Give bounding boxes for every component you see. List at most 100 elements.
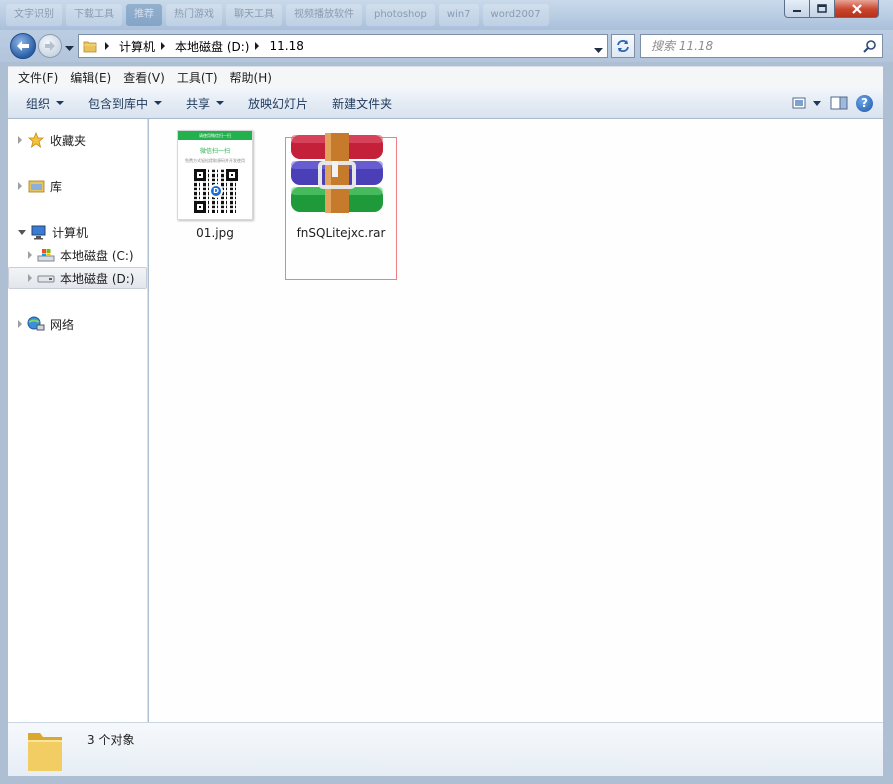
breadcrumb-separator-icon[interactable] [161,42,166,50]
minimize-button[interactable] [784,0,810,18]
breadcrumb-separator-icon[interactable] [105,42,109,50]
nav-computer-label: 计算机 [52,225,89,240]
ghost-tab: word2007 [482,4,549,26]
expand-arrow-icon[interactable] [18,182,22,190]
minimize-icon [793,9,801,12]
search-icon[interactable] [863,39,877,56]
expand-arrow-icon[interactable] [18,320,22,328]
ghost-tab: 热门游戏 [166,4,222,26]
nav-network-label: 网络 [50,317,75,332]
item-count-text: 3 个对象 [87,733,135,747]
nav-favorites-label: 收藏夹 [50,133,87,148]
library-icon [27,178,45,194]
nav-drive-d-label: 本地磁盘 (D:) [60,271,135,286]
back-arrow-icon [17,41,29,51]
help-button[interactable]: ? [856,92,873,114]
organize-button[interactable]: 组织 [8,91,76,115]
breadcrumb-current-folder[interactable]: 11.18 [265,35,307,57]
breadcrumb-computer[interactable]: 计算机 [115,35,159,57]
nav-libraries-label: 库 [50,179,63,194]
ghost-tab: 下载工具 [66,4,122,26]
share-button[interactable]: 共享 [174,91,236,115]
refresh-button[interactable] [611,34,635,58]
help-icon: ? [856,94,873,112]
address-history-dropdown[interactable] [594,43,603,57]
menu-view[interactable]: 查看(V) [117,68,171,88]
title-bar: 文字识别 下载工具 推荐 热门游戏 聊天工具 视频播放软件 photoshop … [0,0,893,30]
background-taskbar-tabs: 文字识别 下载工具 推荐 热门游戏 聊天工具 视频播放软件 photoshop … [6,4,549,26]
nav-network[interactable]: 网络 [8,313,147,335]
close-icon [851,3,862,14]
nav-libraries[interactable]: 库 [8,175,147,197]
ghost-tab: 推荐 [126,4,162,26]
menu-file[interactable]: 文件(F) [12,68,64,88]
file-list-pane: 请使用微信扫一扫 微信扫一扫 免费方式轻松提取源码并开发使用 D 01.jpg … [149,119,883,722]
system-drive-icon [37,247,55,263]
ghost-tab: win7 [438,4,479,26]
folder-icon [79,39,97,53]
chevron-down-icon [56,101,65,105]
details-pane: 3 个对象 [8,722,883,776]
qr-finder-pattern [194,169,206,181]
nav-computer[interactable]: 计算机 [8,221,147,243]
star-icon [27,132,45,148]
winrar-archive-icon [291,133,383,213]
thumbnail-title-text: 微信扫一扫 [199,148,230,155]
file-item-jpg[interactable]: 请使用微信扫一扫 微信扫一扫 免费方式轻松提取源码并开发使用 D 01.jpg [149,119,281,249]
nav-drive-d[interactable]: 本地磁盘 (D:) [8,267,147,289]
organize-label: 组织 [26,96,51,111]
chevron-down-icon [216,101,225,105]
expand-arrow-icon[interactable] [28,251,32,259]
network-icon [27,316,45,332]
ghost-tab: photoshop [366,4,435,26]
window-controls [784,0,879,18]
drive-icon [37,270,55,286]
include-in-library-button[interactable]: 包含到库中 [76,91,174,115]
back-button[interactable] [10,33,36,59]
new-folder-label: 新建文件夹 [332,96,393,111]
nav-drive-c-label: 本地磁盘 (C:) [60,248,134,263]
breadcrumb-drive-d[interactable]: 本地磁盘 (D:) [171,35,253,57]
nav-drive-c[interactable]: 本地磁盘 (C:) [8,244,147,266]
menu-tools[interactable]: 工具(T) [171,68,224,88]
menu-help[interactable]: 帮助(H) [224,68,278,88]
recent-pages-dropdown[interactable] [65,41,74,55]
qr-finder-pattern [194,201,206,213]
menu-bar: 文件(F) 编辑(E) 查看(V) 工具(T) 帮助(H) [8,66,883,88]
preview-pane-icon [830,96,848,110]
maximize-button[interactable] [810,0,835,18]
search-box[interactable] [640,34,883,58]
file-item-rar[interactable]: fnSQLitejxc.rar [277,119,405,279]
menu-edit[interactable]: 编辑(E) [64,68,117,88]
ghost-tab: 文字识别 [6,4,62,26]
slideshow-button[interactable]: 放映幻灯片 [236,91,320,115]
command-bar: 组织 包含到库中 共享 放映幻灯片 新建文件夹 ? [8,88,883,119]
qr-logo-icon: D [209,184,223,198]
nav-favorites[interactable]: 收藏夹 [8,129,147,151]
ghost-tab: 视频播放软件 [286,4,362,26]
file-name: fnSQLitejxc.rar [296,226,386,240]
chevron-down-icon [154,101,163,105]
forward-button[interactable] [38,34,62,58]
computer-icon [29,224,47,240]
new-folder-button[interactable]: 新建文件夹 [320,91,404,115]
image-thumbnail: 请使用微信扫一扫 微信扫一扫 免费方式轻松提取源码并开发使用 D [177,130,253,220]
address-bar[interactable]: 计算机 本地磁盘 (D:) 11.18 [78,34,608,58]
close-button[interactable] [835,0,879,18]
expand-arrow-icon[interactable] [18,136,22,144]
preview-pane-button[interactable] [830,92,848,114]
folder-icon [24,727,66,778]
change-view-button[interactable] [792,92,822,114]
breadcrumb-separator-icon[interactable] [255,42,260,50]
search-input[interactable] [641,35,851,57]
view-controls: ? [792,92,873,114]
ghost-tab: 聊天工具 [226,4,282,26]
slideshow-label: 放映幻灯片 [248,96,309,111]
collapse-arrow-icon[interactable] [18,229,26,235]
thumbnail-header-text: 请使用微信扫一扫 [178,131,252,140]
forward-arrow-icon [45,41,55,51]
thumbnail-subtitle-text: 免费方式轻松提取源码并开发使用 [185,158,245,163]
address-row: 计算机 本地磁盘 (D:) 11.18 [0,30,893,62]
navigation-pane: 收藏夹 库 计算机 本地磁盘 (C:) 本地磁盘 (D:) 网络 [8,119,148,722]
expand-arrow-icon[interactable] [28,274,32,282]
